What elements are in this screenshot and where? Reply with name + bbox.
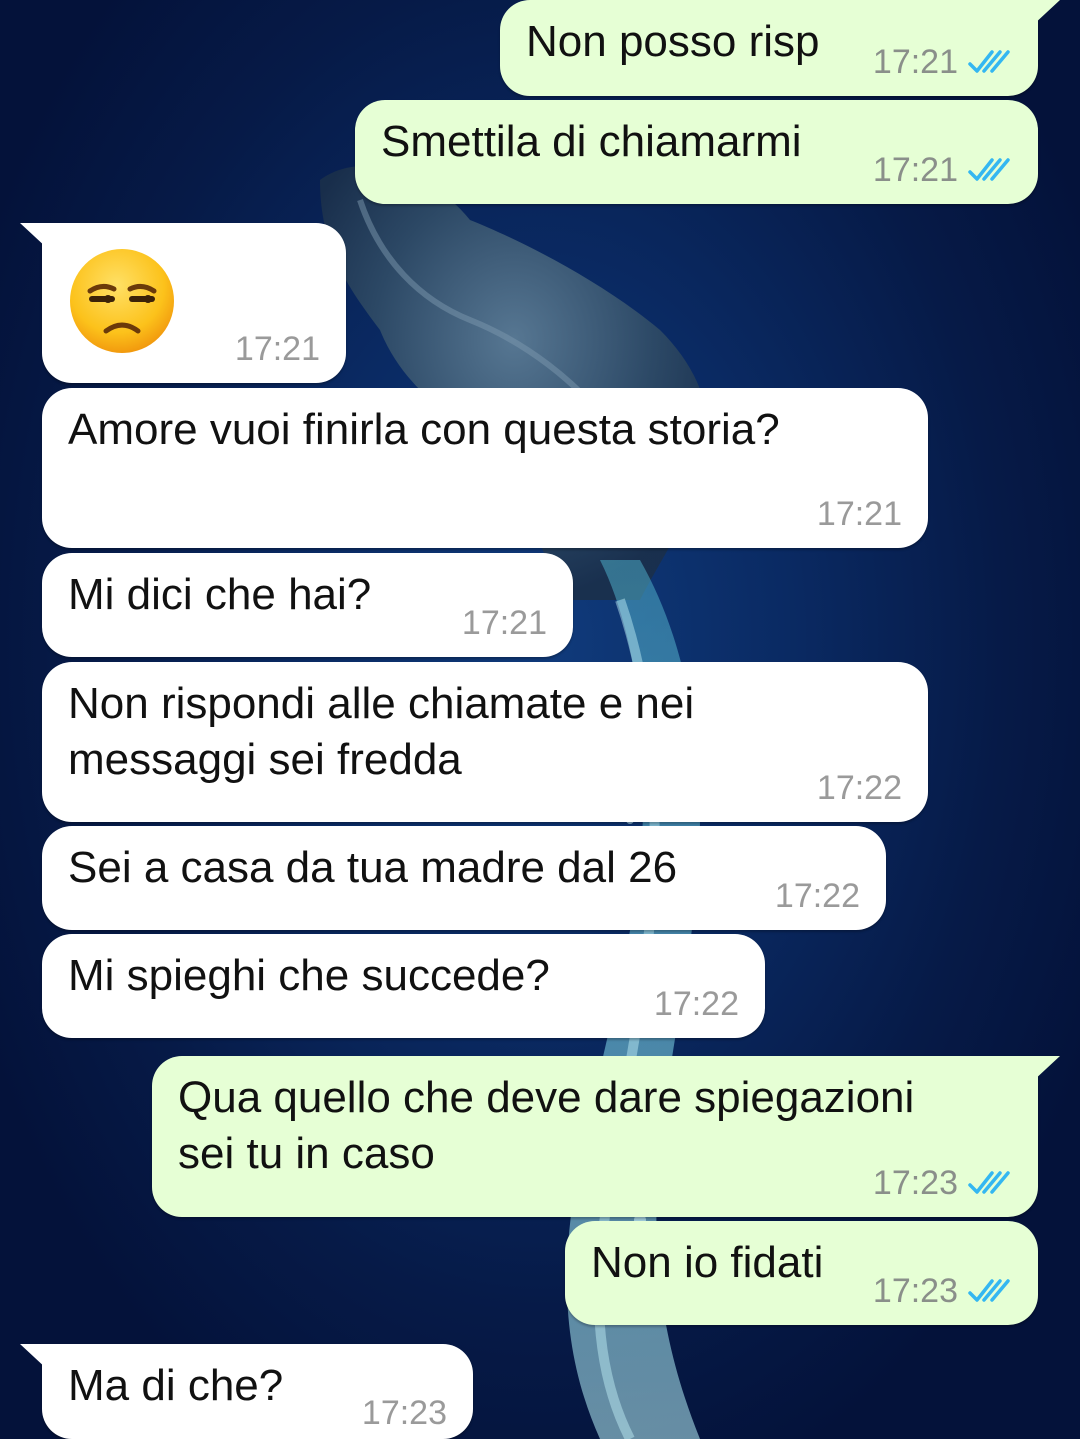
chat-message-list[interactable]: Non posso risp 17:21 Smettila di chiamar… <box>0 0 1080 1439</box>
message-text: Non rispondi alle chiamate e nei messagg… <box>68 679 695 784</box>
message-time: 17:21 <box>872 43 958 81</box>
unamused-face-emoji <box>70 249 174 353</box>
message-meta: 17:23 <box>873 1165 1012 1201</box>
outgoing-message[interactable]: Qua quello che deve dare spiegazioni sei… <box>152 1056 1060 1217</box>
message-time: 17:21 <box>872 151 958 189</box>
message-time: 17:21 <box>461 604 547 642</box>
incoming-message[interactable]: 17:21 <box>20 223 346 383</box>
double-check-read-icon <box>968 1171 1010 1194</box>
outgoing-message[interactable]: Smettila di chiamarmi 17:21 <box>355 100 1038 204</box>
message-time: 17:22 <box>774 877 860 915</box>
message-text: Mi spieghi che succede? <box>68 951 550 1000</box>
message-text: Sei a casa da tua madre dal 26 <box>68 843 678 892</box>
message-meta: 17:22 <box>817 770 902 806</box>
message-meta: 17:21 <box>235 331 320 367</box>
message-time: 17:23 <box>361 1394 447 1432</box>
incoming-message[interactable]: Amore vuoi finirla con questa storia? 17… <box>42 388 928 548</box>
message-meta: 17:23 <box>362 1395 447 1431</box>
message-meta: 17:23 <box>873 1273 1012 1309</box>
bubble-tail-icon <box>20 223 48 249</box>
message-meta: 17:21 <box>817 496 902 532</box>
incoming-message[interactable]: Non rispondi alle chiamate e nei messagg… <box>42 662 928 822</box>
incoming-message[interactable]: Mi spieghi che succede? 17:22 <box>42 934 765 1038</box>
message-text: Amore vuoi finirla con questa storia? <box>68 405 780 454</box>
message-time: 17:21 <box>816 495 902 533</box>
incoming-message[interactable]: Sei a casa da tua madre dal 26 17:22 <box>42 826 886 930</box>
bubble-tail-icon <box>1032 1056 1060 1082</box>
message-time: 17:21 <box>234 330 320 368</box>
double-check-read-icon <box>968 1279 1010 1302</box>
incoming-message[interactable]: Mi dici che hai? 17:21 <box>42 553 573 657</box>
message-meta: 17:21 <box>462 605 547 641</box>
bubble-tail-icon <box>1032 0 1060 26</box>
message-time: 17:23 <box>872 1164 958 1202</box>
message-meta: 17:22 <box>654 986 739 1022</box>
outgoing-message[interactable]: Non posso risp 17:21 <box>500 0 1060 96</box>
message-time: 17:22 <box>653 985 739 1023</box>
message-meta: 17:21 <box>873 152 1012 188</box>
double-check-read-icon <box>968 158 1010 181</box>
message-time: 17:22 <box>816 769 902 807</box>
message-meta: 17:21 <box>873 44 1012 80</box>
double-check-read-icon <box>968 50 1010 73</box>
outgoing-message[interactable]: Non io fidati 17:23 <box>565 1221 1038 1325</box>
message-meta: 17:22 <box>775 878 860 914</box>
incoming-message[interactable]: Ma di che? 17:23 <box>20 1344 473 1439</box>
message-time: 17:23 <box>872 1272 958 1310</box>
bubble-tail-icon <box>20 1344 48 1370</box>
